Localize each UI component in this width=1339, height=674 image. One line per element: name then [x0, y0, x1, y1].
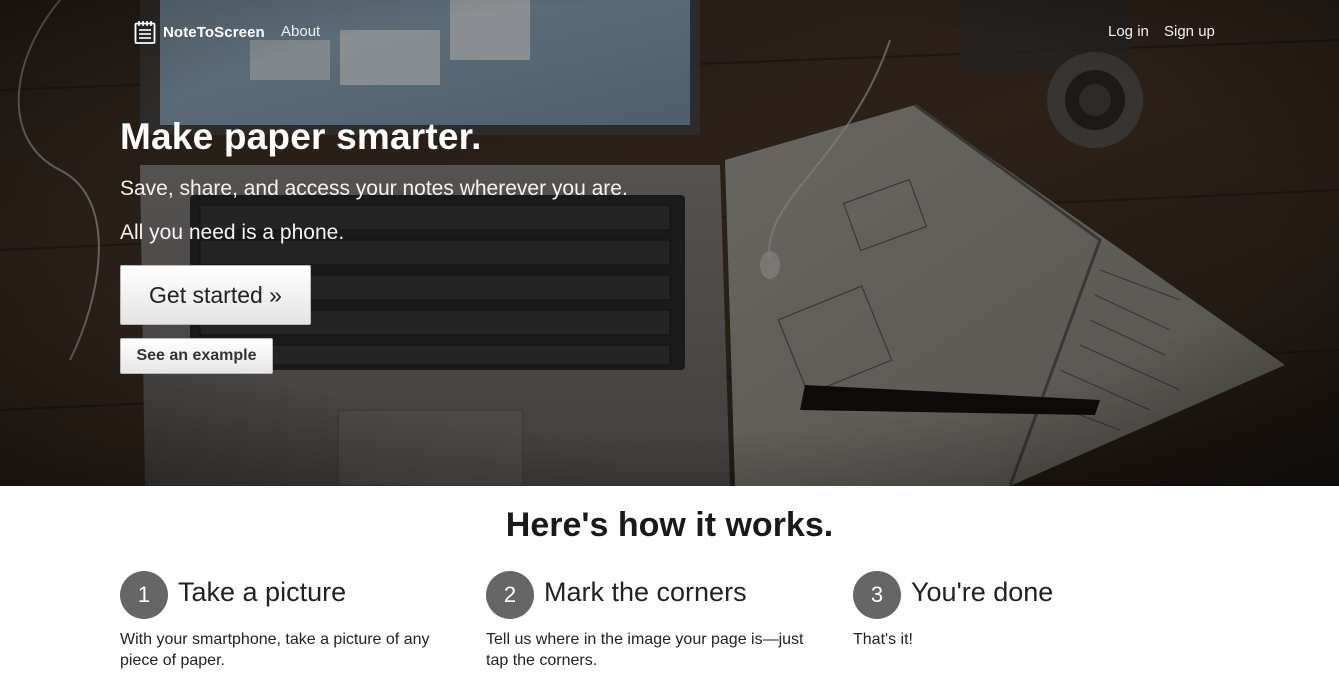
hero-subtitle-line2: All you need is a phone. — [120, 221, 345, 244]
step-number-badge: 3 — [853, 571, 901, 619]
nav-about-link[interactable]: About — [281, 23, 320, 40]
brand-name: NoteToScreen — [163, 23, 265, 41]
how-it-works-title: Here's how it works. — [505, 506, 834, 544]
hero-title: Make paper smarter. — [120, 116, 482, 157]
step-description: With your smartphone, take a picture of … — [120, 631, 430, 669]
step-heading: You're done — [911, 577, 1054, 607]
step-number-badge: 1 — [120, 571, 168, 619]
hero-subtitle-line1: Save, share, and access your notes where… — [120, 177, 628, 200]
brand-link[interactable]: NoteToScreen — [133, 20, 265, 44]
notepad-icon — [133, 20, 157, 44]
get-started-button[interactable]: Get started » — [120, 265, 311, 325]
step-heading: Take a picture — [178, 577, 347, 607]
step-description: That's it! — [853, 631, 913, 648]
see-example-button[interactable]: See an example — [120, 338, 273, 374]
nav-signup-link[interactable]: Sign up — [1164, 23, 1215, 40]
step-description: Tell us where in the image your page is—… — [486, 631, 804, 669]
hero-section: NoteToScreen About Log in Sign up Make p… — [0, 0, 1339, 486]
step-number-badge: 2 — [486, 571, 534, 619]
top-navbar: NoteToScreen About Log in Sign up — [0, 0, 1339, 64]
step-heading: Mark the corners — [544, 577, 747, 607]
nav-login-link[interactable]: Log in — [1108, 23, 1149, 40]
